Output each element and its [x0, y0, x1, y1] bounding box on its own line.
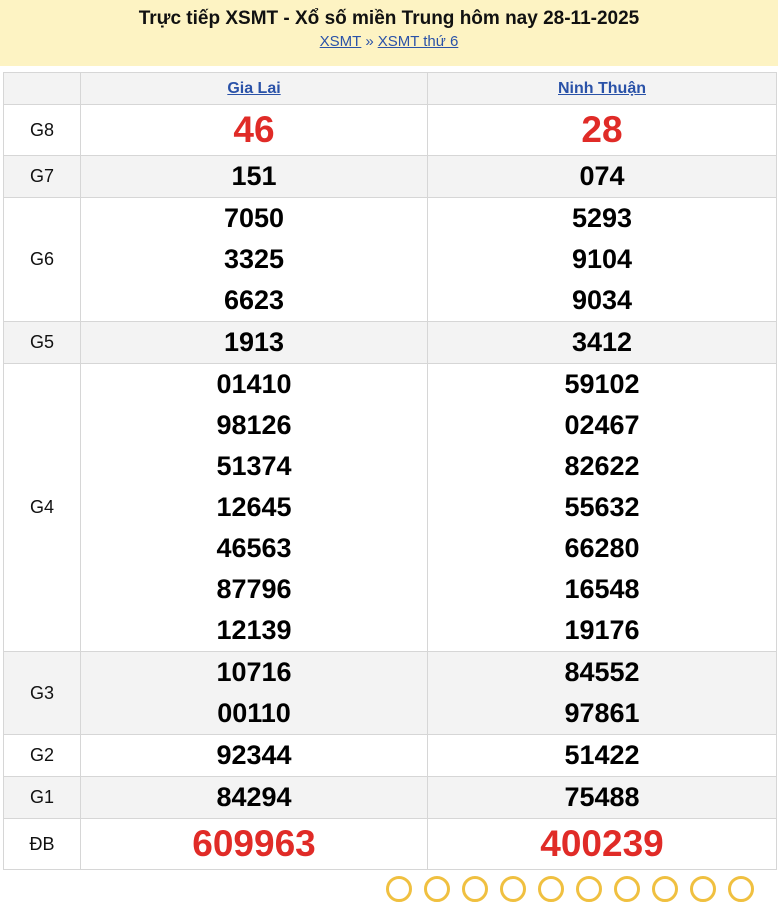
- prize-row: G5 1913 3412: [3, 321, 777, 364]
- prize-row: ĐB 609963 400239: [3, 818, 777, 870]
- result-number: 84552: [564, 657, 640, 687]
- result-number: 5293: [571, 203, 633, 233]
- result-number: 12645: [216, 492, 292, 522]
- result-number: 19176: [564, 615, 640, 645]
- result-number: 46: [233, 109, 275, 150]
- result-number: 55632: [564, 492, 640, 522]
- prize-cell: 28: [427, 104, 777, 156]
- result-number: 074: [579, 161, 625, 191]
- result-number: 7050: [223, 203, 285, 233]
- prize-label: G5: [3, 321, 81, 364]
- bottom-decoration: [386, 876, 754, 902]
- prize-cell: 151: [80, 155, 428, 198]
- province-header-ninh-thuan: Ninh Thuận: [427, 72, 777, 105]
- breadcrumb-xsmt-link[interactable]: XSMT: [320, 33, 362, 50]
- prize-row: G7 151 074: [3, 155, 777, 198]
- ball-icon: [500, 876, 526, 902]
- prize-cell: 92344: [80, 734, 428, 777]
- prize-cell: 84552 97861: [427, 651, 777, 735]
- result-number: 01410: [216, 369, 292, 399]
- prize-row: G1 84294 75488: [3, 776, 777, 819]
- result-number: 97861: [564, 698, 640, 728]
- result-number: 98126: [216, 410, 292, 440]
- result-number: 66280: [564, 533, 640, 563]
- prize-label: G6: [3, 197, 81, 322]
- result-number: 75488: [564, 782, 640, 812]
- result-number: 84294: [216, 782, 292, 812]
- prize-column-header: [3, 72, 81, 105]
- result-number: 16548: [564, 574, 640, 604]
- result-number: 51374: [216, 451, 292, 481]
- prize-cell: 01410 98126 51374 12645 46563 87796 12139: [80, 363, 428, 652]
- ball-icon: [386, 876, 412, 902]
- result-number: 92344: [216, 740, 292, 770]
- province-link-gia-lai[interactable]: Gia Lai: [227, 80, 280, 97]
- prize-cell: 3412: [427, 321, 777, 364]
- page-header: Trực tiếp XSMT - Xổ số miền Trung hôm na…: [0, 0, 778, 66]
- result-number: 9034: [571, 285, 633, 315]
- prize-label: G2: [3, 734, 81, 777]
- result-number: 3325: [223, 244, 285, 274]
- results-table: Gia Lai Ninh Thuận G8 46 28 G7 151 074 G6 7050 3…: [3, 72, 777, 870]
- prize-row: G8 46 28: [3, 104, 777, 156]
- ball-icon: [576, 876, 602, 902]
- prize-cell: 10716 00110: [80, 651, 428, 735]
- prize-cell: 46: [80, 104, 428, 156]
- prize-cell: 59102 02467 82622 55632 66280 16548 19176: [427, 363, 777, 652]
- prize-label: ĐB: [3, 818, 81, 870]
- prize-cell: 400239: [427, 818, 777, 870]
- province-header-gia-lai: Gia Lai: [80, 72, 428, 105]
- ball-icon: [614, 876, 640, 902]
- prize-cell: 074: [427, 155, 777, 198]
- prize-row: G4 01410 98126 51374 12645 46563 87796 12139 591…: [3, 363, 777, 652]
- result-number: 400239: [540, 823, 664, 864]
- prize-cell: 5293 9104 9034: [427, 197, 777, 322]
- result-number: 28: [581, 109, 623, 150]
- breadcrumb-separator: »: [365, 33, 374, 50]
- table-header-row: Gia Lai Ninh Thuận: [3, 72, 777, 105]
- result-number: 02467: [564, 410, 640, 440]
- prize-label: G4: [3, 363, 81, 652]
- result-number: 46563: [216, 533, 292, 563]
- result-number: 6623: [223, 285, 285, 315]
- result-number: 82622: [564, 451, 640, 481]
- result-number: 59102: [564, 369, 640, 399]
- result-number: 51422: [564, 740, 640, 770]
- ball-icon: [538, 876, 564, 902]
- ball-icon: [690, 876, 716, 902]
- prize-cell: 75488: [427, 776, 777, 819]
- result-number: 151: [231, 161, 277, 191]
- page-title: Trực tiếp XSMT - Xổ số miền Trung hôm na…: [138, 8, 640, 29]
- prize-cell: 609963: [80, 818, 428, 870]
- ball-icon: [462, 876, 488, 902]
- result-number: 12139: [216, 615, 292, 645]
- ball-icon: [728, 876, 754, 902]
- prize-row: G2 92344 51422: [3, 734, 777, 777]
- prize-cell: 1913: [80, 321, 428, 364]
- result-number: 00110: [217, 698, 291, 728]
- prize-row: G3 10716 00110 84552 97861: [3, 651, 777, 735]
- prize-label: G8: [3, 104, 81, 156]
- result-number: 3412: [571, 327, 633, 357]
- prize-cell: 7050 3325 6623: [80, 197, 428, 322]
- result-number: 609963: [192, 823, 316, 864]
- breadcrumb-xsmt-friday-link[interactable]: XSMT thứ 6: [378, 33, 459, 50]
- province-link-ninh-thuan[interactable]: Ninh Thuận: [558, 80, 646, 97]
- ball-icon: [652, 876, 678, 902]
- prize-label: G3: [3, 651, 81, 735]
- breadcrumb: XSMT» XSMT thứ 6: [0, 32, 778, 52]
- result-number: 1913: [223, 327, 285, 357]
- prize-row: G6 7050 3325 6623 5293 9104 9034: [3, 197, 777, 322]
- prize-cell: 51422: [427, 734, 777, 777]
- prize-label: G7: [3, 155, 81, 198]
- result-number: 10716: [216, 657, 292, 687]
- prize-label: G1: [3, 776, 81, 819]
- ball-icon: [424, 876, 450, 902]
- result-number: 9104: [571, 244, 633, 274]
- result-number: 87796: [216, 574, 292, 604]
- prize-cell: 84294: [80, 776, 428, 819]
